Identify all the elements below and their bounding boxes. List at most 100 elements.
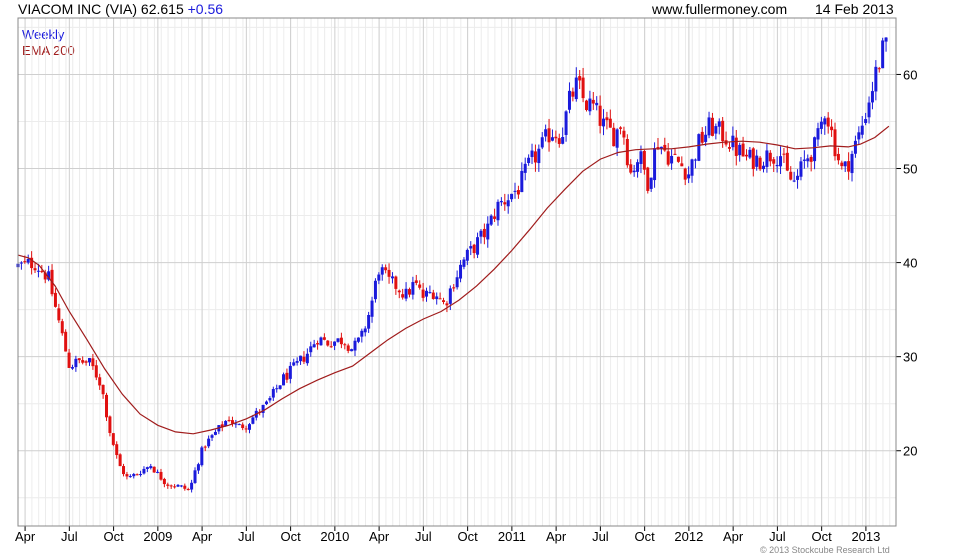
x-tick-label: 2012 (674, 529, 703, 544)
candle-body (707, 117, 711, 136)
ema-200-line (17, 125, 890, 435)
candle-body (530, 150, 534, 158)
candle-body (19, 262, 23, 264)
candle-body (758, 157, 762, 170)
candle-body (333, 341, 337, 346)
candle-body (268, 398, 272, 401)
candle-body (550, 137, 554, 141)
candle-body (265, 401, 269, 405)
candle-body (819, 121, 823, 129)
candle-body (387, 269, 391, 277)
candle-body (493, 216, 497, 219)
candle-body (537, 148, 541, 164)
candle-body (516, 190, 520, 195)
candle-body (84, 361, 88, 363)
candle-body (881, 40, 885, 69)
candle-body (271, 389, 275, 398)
x-tick-label: 2011 (498, 529, 526, 544)
candle-body (373, 280, 377, 300)
candle-body (642, 151, 646, 170)
candle-body (533, 151, 537, 163)
candle-body (619, 127, 623, 129)
candle-body (285, 372, 289, 380)
candle-body (67, 352, 71, 368)
candle-body (833, 129, 837, 157)
candle-body (336, 338, 340, 342)
candle-body (118, 454, 122, 467)
candle-body (870, 91, 874, 103)
candle-body (523, 163, 527, 173)
candle-body (87, 358, 91, 363)
candle-body (132, 474, 136, 477)
candle-body (282, 374, 286, 386)
candle-body (663, 144, 667, 151)
x-tick-label: Apr (546, 529, 567, 544)
candle-body (142, 468, 146, 474)
candle-body (571, 91, 575, 97)
candle-body (380, 267, 384, 275)
candle-body (305, 353, 309, 364)
candle-body (190, 482, 194, 490)
candle-body (506, 200, 510, 207)
x-tick-label: Oct (635, 529, 656, 544)
x-tick-label: Oct (103, 529, 124, 544)
candle-body (442, 300, 446, 302)
x-tick-label: Oct (812, 529, 833, 544)
candle-body (149, 466, 153, 469)
candle-body (843, 161, 847, 167)
candle-body (326, 340, 330, 346)
y-tick-label: 40 (903, 256, 917, 271)
candle-body (339, 337, 343, 345)
candle-body (489, 215, 493, 225)
candle-body (397, 290, 401, 293)
candle-body (680, 163, 684, 167)
x-tick-label: 2013 (851, 529, 880, 544)
x-tick-label: Oct (280, 529, 301, 544)
candle-body (503, 202, 507, 205)
candle-body (799, 161, 803, 177)
candle-body (605, 117, 609, 121)
candle-body (169, 485, 173, 487)
candle-body (520, 170, 524, 193)
candle-body (91, 358, 95, 367)
candle-body (830, 126, 834, 131)
candle-body (584, 100, 588, 111)
candle-body (813, 137, 817, 162)
candle-body (390, 276, 394, 279)
candle-body (765, 150, 769, 167)
candle-body (721, 120, 725, 142)
candle-body (210, 435, 214, 438)
candle-body (234, 423, 238, 425)
candle-body (574, 77, 578, 100)
candle-body (482, 228, 486, 238)
candle-body (186, 489, 190, 491)
x-tick-label: Apr (15, 529, 36, 544)
candle-body (438, 298, 442, 300)
candle-body (670, 155, 674, 164)
candle-body (428, 292, 432, 294)
candle-body (213, 431, 217, 435)
candle-body (312, 344, 316, 348)
candle-body (353, 340, 357, 351)
candle-body (653, 148, 657, 181)
candle-body (476, 237, 480, 255)
candle-body (622, 130, 626, 138)
candle-body (499, 201, 503, 203)
candle-body (738, 144, 742, 156)
copyright-notice: © 2013 Stockcube Research Ltd (760, 545, 890, 555)
y-tick-label: 50 (903, 162, 917, 177)
candle-body (33, 268, 37, 271)
candle-body (70, 367, 74, 369)
candle-body (796, 175, 800, 180)
candle-body (857, 132, 861, 140)
candle-body (693, 159, 697, 161)
candle-body (111, 433, 115, 445)
candle-body (588, 98, 592, 112)
x-tick-label: Oct (458, 529, 479, 544)
candle-body (295, 361, 299, 363)
candle-body (744, 154, 748, 157)
candle-body (244, 428, 248, 430)
candle-body (598, 105, 602, 126)
candle-body (479, 230, 483, 237)
candle-body (448, 288, 452, 304)
